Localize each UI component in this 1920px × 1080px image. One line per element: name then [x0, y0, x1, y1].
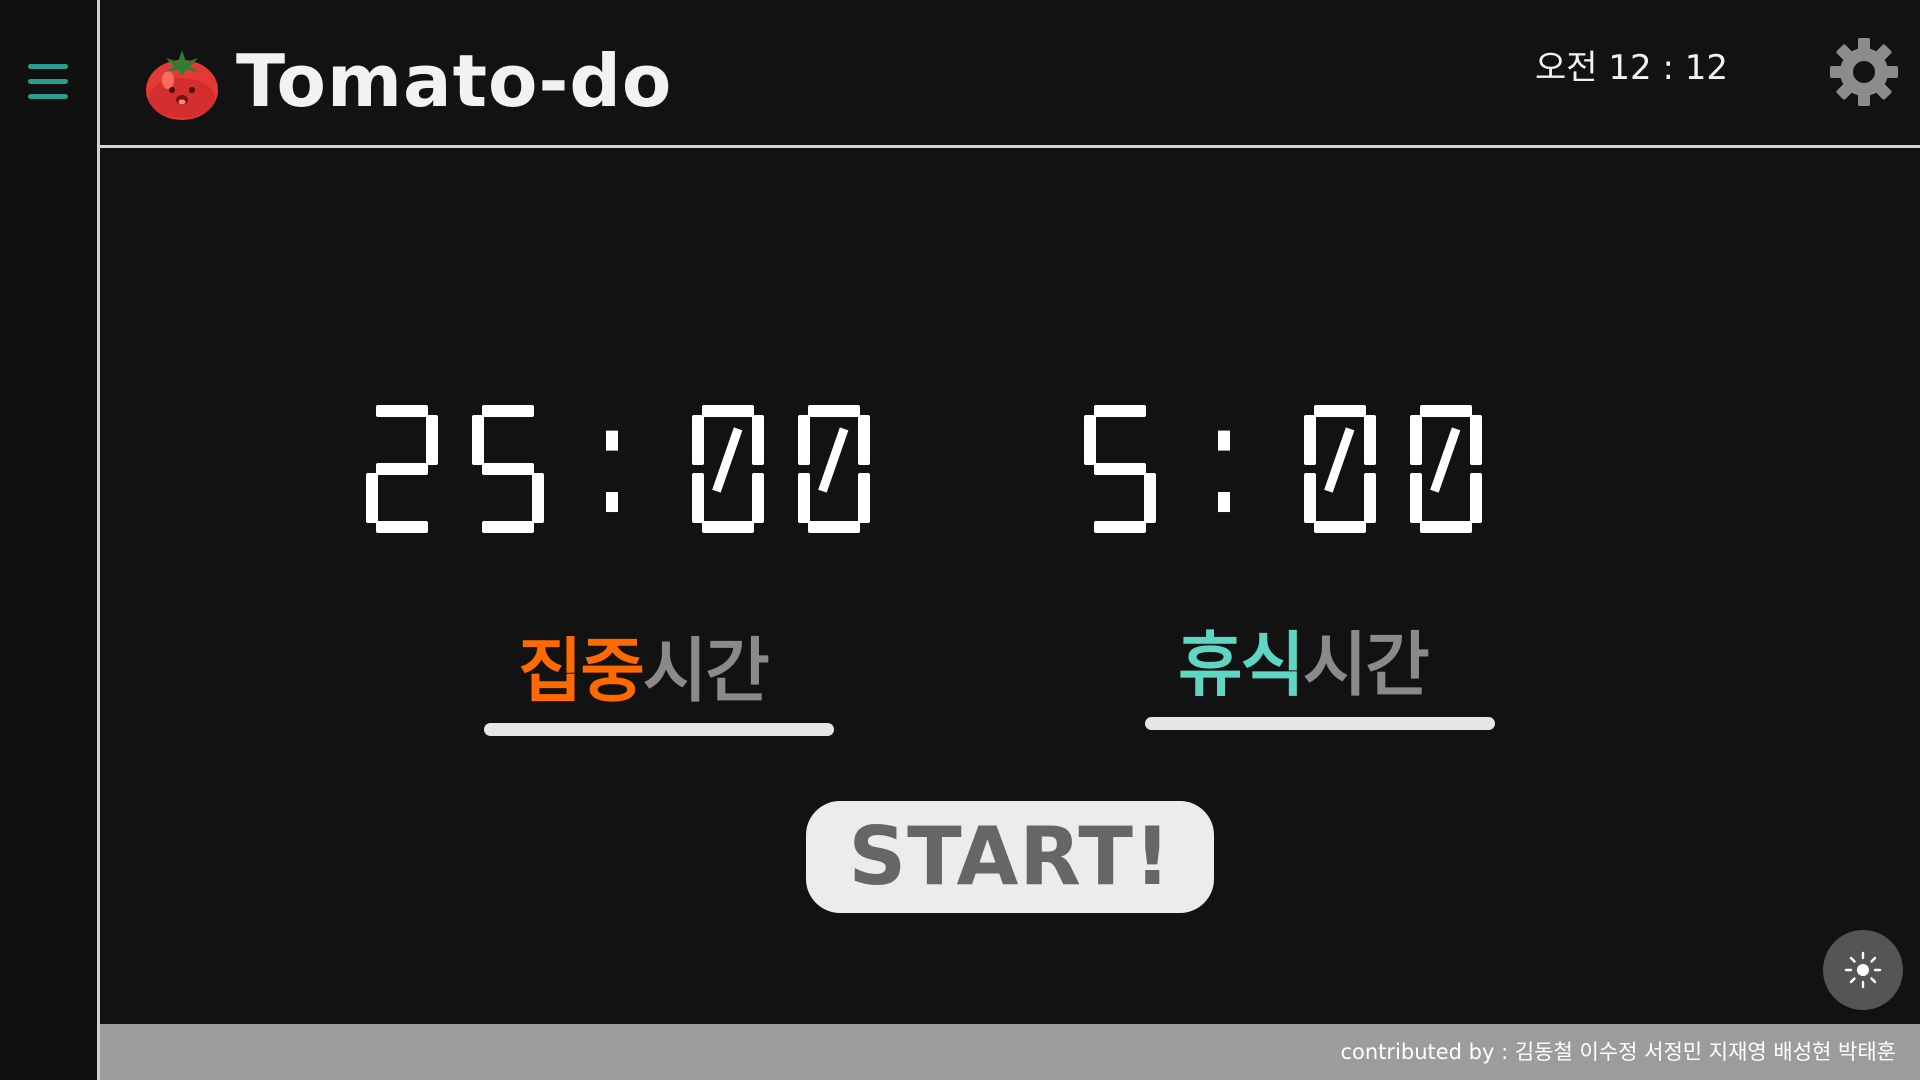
sidebar	[0, 0, 100, 1080]
focus-time-label[interactable]: 집중시간	[518, 626, 770, 716]
focus-timer-digit	[472, 405, 544, 533]
focus-timer-digit	[366, 405, 438, 533]
focus-label-rest: 시간	[642, 630, 770, 712]
sun-icon	[1844, 951, 1882, 989]
current-time: 오전 12 : 12	[1535, 48, 1728, 88]
header: Tomato-do 오전 12 : 12	[100, 0, 1920, 148]
break-timer-digit	[1410, 405, 1482, 533]
footer: contributed by : 김동철 이수정 서정민 지재영 배성현 박태훈	[100, 1024, 1920, 1080]
hamburger-menu-icon[interactable]	[26, 60, 72, 104]
focus-timer-display	[366, 388, 946, 550]
focus-label-underline	[484, 723, 834, 736]
break-label-rest: 시간	[1302, 624, 1430, 706]
footer-credits: contributed by : 김동철 이수정 서정민 지재영 배성현 박태훈	[1340, 1040, 1896, 1064]
focus-label-accent: 집중	[518, 630, 645, 712]
tomato-icon	[142, 42, 222, 122]
break-timer-colon	[1218, 430, 1230, 513]
break-timer-digit	[1304, 405, 1376, 533]
break-label-accent: 휴식	[1178, 624, 1305, 706]
focus-timer-digit	[692, 405, 764, 533]
gear-icon[interactable]	[1828, 36, 1900, 108]
break-time-label[interactable]: 휴식시간	[1178, 620, 1430, 710]
start-button[interactable]: START!	[806, 801, 1214, 913]
app-root: Tomato-do 오전 12 : 12 집중시간 휴식시간 START! co…	[0, 0, 1920, 1080]
break-label-underline	[1145, 717, 1495, 730]
theme-toggle-button[interactable]	[1823, 930, 1903, 1010]
break-timer-digit	[1084, 405, 1156, 533]
focus-timer-colon	[606, 430, 618, 513]
break-timer-display	[1084, 388, 1564, 550]
focus-timer-digit	[798, 405, 870, 533]
app-title: Tomato-do	[236, 39, 673, 123]
